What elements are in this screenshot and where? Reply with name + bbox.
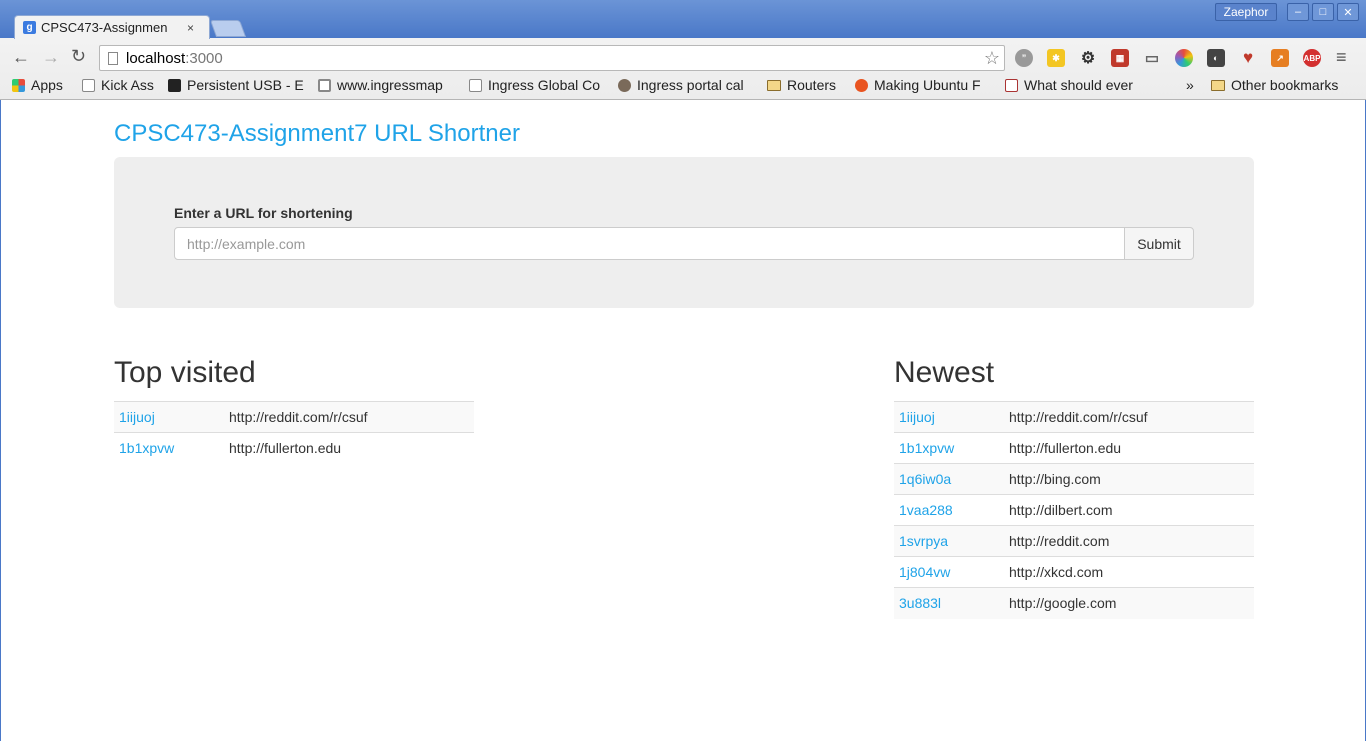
bookmarks-overflow-button[interactable]: » [1186, 77, 1200, 93]
other-bookmarks-folder[interactable]: Other bookmarks [1211, 77, 1361, 93]
bookmark-label: Persistent USB - E [187, 77, 304, 93]
folder-icon [767, 79, 781, 91]
bookmark-making-ubuntu[interactable]: Making Ubuntu F [855, 77, 995, 93]
new-tab-button[interactable] [209, 20, 247, 37]
settings-extension-icon[interactable]: ⚙ [1079, 49, 1097, 67]
table-row: 1b1xpvw http://fullerton.edu [894, 432, 1254, 464]
short-code-link[interactable]: 1vaa288 [894, 494, 1004, 526]
bookmark-folder-routers[interactable]: Routers [767, 77, 847, 93]
cast-extension-icon[interactable]: ▭ [1143, 49, 1161, 67]
newest-heading: Newest [894, 356, 995, 389]
short-code-link[interactable]: 1b1xpvw [114, 432, 224, 464]
tab-close-icon[interactable]: × [187, 21, 194, 35]
forward-icon[interactable]: → [42, 47, 60, 68]
ubuntu-icon [855, 78, 868, 92]
target-url: http://dilbert.com [1004, 494, 1254, 526]
bookmark-label: www.ingressmap [337, 77, 443, 93]
table-row: 1iijuoj http://reddit.com/r/csuf [114, 401, 474, 433]
hangouts-extension-icon[interactable]: ” [1015, 49, 1033, 67]
bookmark-ingress-global[interactable]: Ingress Global Co [469, 77, 609, 93]
page-icon [82, 78, 95, 92]
short-code-link[interactable]: 1svrpya [894, 525, 1004, 557]
table-row: 3u883l http://google.com [894, 587, 1254, 619]
table-row: 1b1xpvw http://fullerton.edu [114, 432, 474, 464]
bookmark-label: Kick Ass [101, 77, 154, 93]
bookmark-ingressmap[interactable]: www.ingressmap [318, 77, 458, 93]
table-row: 1q6iw0a http://bing.com [894, 463, 1254, 495]
bookmark-label: Apps [31, 77, 63, 93]
calendar-extension-icon[interactable]: ▦ [1111, 49, 1129, 67]
address-bar[interactable]: localhost :3000 ☆ [99, 45, 1005, 71]
folder-icon [1211, 79, 1225, 91]
table-row: 1j804vw http://xkcd.com [894, 556, 1254, 588]
short-code-link[interactable]: 1b1xpvw [894, 432, 1004, 464]
browser-tab[interactable]: g CPSC473-Assignmen × [14, 15, 210, 39]
browser-chrome: g CPSC473-Assignmen × Zaephor – □ ✕ ← → … [0, 0, 1366, 100]
bookmark-star-icon[interactable]: ☆ [984, 48, 1000, 69]
table-row: 1svrpya http://reddit.com [894, 525, 1254, 557]
bookmark-what-should[interactable]: What should ever [1005, 77, 1147, 93]
short-code-link[interactable]: 1iijuoj [894, 401, 1004, 433]
menu-icon[interactable]: ≡ [1336, 47, 1347, 68]
page-icon [108, 51, 118, 65]
target-url: http://fullerton.edu [224, 432, 474, 464]
bookmark-label: What should ever [1024, 77, 1133, 93]
google-favicon-icon: g [23, 21, 36, 34]
target-url: http://reddit.com [1004, 525, 1254, 557]
target-url: http://fullerton.edu [1004, 432, 1254, 464]
bookmark-icon [1005, 78, 1018, 92]
shorten-form-panel: Enter a URL for shortening http://exampl… [114, 157, 1254, 308]
other-bookmarks-label: Other bookmarks [1231, 77, 1339, 93]
newest-table: 1iijuoj http://reddit.com/r/csuf 1b1xpvw ht… [894, 401, 1254, 619]
minimize-icon[interactable]: – [1287, 3, 1309, 21]
target-url: http://bing.com [1004, 463, 1254, 495]
url-host: localhost [126, 49, 186, 67]
terminal-icon [168, 78, 181, 92]
bookmark-ingress-portal[interactable]: Ingress portal cal [618, 77, 758, 93]
target-url: http://google.com [1004, 587, 1254, 619]
page-icon [469, 78, 482, 92]
bookmark-label: Making Ubuntu F [874, 77, 981, 93]
top-visited-table: 1iijuoj http://reddit.com/r/csuf 1b1xpvw ht… [114, 401, 474, 464]
profile-button[interactable]: Zaephor [1215, 3, 1277, 21]
url-port: :3000 [185, 49, 223, 67]
table-row: 1iijuoj http://reddit.com/r/csuf [894, 401, 1254, 433]
back-icon[interactable]: ← [12, 47, 30, 68]
square-icon [318, 78, 331, 92]
short-code-link[interactable]: 1iijuoj [114, 401, 224, 433]
app-title-link[interactable]: CPSC473-Assignment7 URL Shortner [114, 120, 520, 148]
maximize-icon[interactable]: □ [1312, 3, 1334, 21]
bookmark-persistent-usb[interactable]: Persistent USB - E [168, 77, 306, 93]
short-code-link[interactable]: 1q6iw0a [894, 463, 1004, 495]
url-input[interactable]: http://example.com [174, 227, 1125, 260]
color-picker-extension-icon[interactable] [1175, 49, 1193, 67]
close-window-icon[interactable]: ✕ [1337, 3, 1359, 21]
target-url: http://reddit.com/r/csuf [1004, 401, 1254, 433]
bookmark-apps[interactable]: Apps [12, 77, 76, 93]
note-extension-icon[interactable]: ✱ [1047, 49, 1065, 67]
adblock-extension-icon[interactable]: ABP [1303, 49, 1321, 67]
top-visited-heading: Top visited [114, 356, 256, 389]
trend-extension-icon[interactable]: ↗ [1271, 49, 1289, 67]
tab-title: CPSC473-Assignmen [41, 20, 168, 35]
page-content: CPSC473-Assignment7 URL Shortner Enter a… [0, 100, 1366, 741]
url-input-label: Enter a URL for shortening [174, 205, 353, 221]
reload-icon[interactable]: ↻ [71, 46, 86, 67]
apps-grid-icon [12, 78, 25, 92]
bookmark-label: Routers [787, 77, 837, 93]
table-row: 1vaa288 http://dilbert.com [894, 494, 1254, 526]
bird-icon [618, 78, 631, 92]
incognito-extension-icon[interactable]: ◐ [1207, 49, 1225, 67]
submit-button[interactable]: Submit [1124, 227, 1194, 260]
heart-extension-icon[interactable]: ♥ [1239, 48, 1257, 67]
target-url: http://reddit.com/r/csuf [224, 401, 474, 433]
short-code-link[interactable]: 1j804vw [894, 556, 1004, 588]
short-code-link[interactable]: 3u883l [894, 587, 1004, 619]
target-url: http://xkcd.com [1004, 556, 1254, 588]
bookmark-kick-ass[interactable]: Kick Ass [82, 77, 160, 93]
title-bar: g CPSC473-Assignmen × Zaephor – □ ✕ [0, 0, 1366, 39]
bookmark-label: Ingress portal cal [637, 77, 744, 93]
bookmark-label: Ingress Global Co [488, 77, 601, 93]
